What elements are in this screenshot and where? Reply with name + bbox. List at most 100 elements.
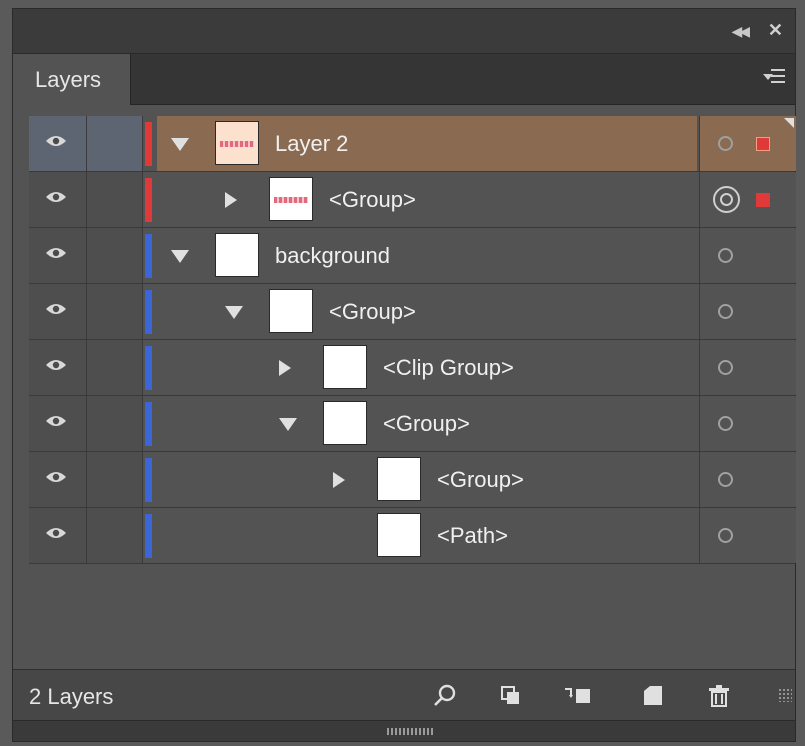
chevron-right-icon[interactable] bbox=[225, 192, 237, 208]
layer-row[interactable]: background bbox=[29, 228, 796, 284]
layer-name-cell[interactable]: <Clip Group> bbox=[157, 340, 697, 395]
layer-label: <Clip Group> bbox=[383, 355, 514, 380]
target-cell[interactable] bbox=[699, 396, 796, 451]
layers-panel: ◀◀ ✕ Layers Layer 2 <Group> background <Gro… bbox=[12, 8, 796, 742]
layer-label: Layer 2 bbox=[275, 131, 349, 156]
target-circle-icon[interactable] bbox=[718, 304, 733, 319]
target-circle-icon[interactable] bbox=[718, 136, 733, 151]
lock-toggle[interactable] bbox=[87, 284, 143, 339]
layer-thumbnail bbox=[215, 121, 259, 165]
layer-color-bar bbox=[145, 122, 152, 166]
chevron-right-icon[interactable] bbox=[279, 360, 291, 376]
selection-indicator[interactable] bbox=[756, 137, 770, 151]
trash-icon[interactable] bbox=[705, 683, 733, 711]
target-circle-icon[interactable] bbox=[718, 248, 733, 263]
layer-color-bar bbox=[145, 290, 152, 334]
visibility-toggle[interactable] bbox=[29, 508, 87, 563]
lock-toggle[interactable] bbox=[87, 452, 143, 507]
lock-toggle[interactable] bbox=[87, 228, 143, 283]
target-cell[interactable] bbox=[699, 172, 796, 227]
eye-icon bbox=[46, 360, 66, 370]
target-cell[interactable] bbox=[699, 116, 796, 171]
layer-color-bar bbox=[145, 402, 152, 446]
layer-color-bar bbox=[145, 234, 152, 278]
visibility-toggle[interactable] bbox=[29, 228, 87, 283]
layer-name-cell[interactable]: Layer 2 bbox=[157, 116, 697, 171]
chevron-down-icon[interactable] bbox=[171, 250, 189, 263]
selection-indicator[interactable] bbox=[756, 193, 770, 207]
layer-color-bar bbox=[145, 458, 152, 502]
visibility-toggle[interactable] bbox=[29, 116, 87, 171]
tab-layers[interactable]: Layers bbox=[13, 54, 131, 105]
lock-toggle[interactable] bbox=[87, 508, 143, 563]
target-cell[interactable] bbox=[699, 228, 796, 283]
layer-label: <Group> bbox=[383, 411, 470, 436]
layer-name-cell[interactable]: <Group> bbox=[157, 396, 697, 451]
layer-name-cell[interactable]: background bbox=[157, 228, 697, 283]
panel-menu-icon[interactable] bbox=[763, 69, 785, 87]
target-cell[interactable] bbox=[699, 284, 796, 339]
target-circle-icon[interactable] bbox=[718, 416, 733, 431]
visibility-toggle[interactable] bbox=[29, 452, 87, 507]
target-cell[interactable] bbox=[699, 452, 796, 507]
eye-icon bbox=[46, 528, 66, 538]
target-circle-icon[interactable] bbox=[718, 360, 733, 375]
target-circle-icon[interactable] bbox=[718, 472, 733, 487]
layer-row[interactable]: <Group> bbox=[29, 284, 796, 340]
grip-lines bbox=[387, 728, 433, 735]
layer-label: <Group> bbox=[329, 299, 416, 324]
bottom-resize-handle[interactable] bbox=[13, 720, 795, 741]
eye-icon bbox=[46, 248, 66, 258]
visibility-toggle[interactable] bbox=[29, 340, 87, 395]
new-layer-icon[interactable] bbox=[639, 683, 667, 711]
layer-row[interactable]: <Group> bbox=[29, 396, 796, 452]
current-layer-flag-icon bbox=[784, 118, 794, 128]
layer-thumbnail bbox=[269, 177, 313, 221]
layer-label: <Path> bbox=[437, 523, 508, 548]
resize-grip[interactable] bbox=[778, 688, 792, 702]
layer-row[interactable]: <Group> bbox=[29, 172, 796, 228]
panel-title-bar: ◀◀ ✕ bbox=[13, 9, 795, 54]
target-circle-icon[interactable] bbox=[713, 186, 740, 213]
layer-list: Layer 2 <Group> background <Group> <Clip Gro… bbox=[29, 116, 796, 564]
chevron-down-icon[interactable] bbox=[171, 138, 189, 151]
layer-count: 2 Layers bbox=[29, 684, 114, 709]
layer-thumbnail bbox=[323, 401, 367, 445]
layer-name-cell[interactable]: <Group> bbox=[157, 172, 697, 227]
layer-row[interactable]: Layer 2 bbox=[29, 116, 796, 172]
close-icon[interactable]: ✕ bbox=[768, 20, 783, 41]
new-sublayer-icon[interactable] bbox=[563, 683, 591, 711]
lock-toggle[interactable] bbox=[87, 340, 143, 395]
target-circle-icon[interactable] bbox=[718, 528, 733, 543]
lock-toggle[interactable] bbox=[87, 396, 143, 451]
target-cell[interactable] bbox=[699, 508, 796, 563]
clipping-mask-icon[interactable] bbox=[497, 683, 525, 711]
empty-list-area bbox=[29, 565, 795, 671]
layer-name-cell[interactable]: <Group> bbox=[157, 452, 697, 507]
visibility-toggle[interactable] bbox=[29, 396, 87, 451]
visibility-toggle[interactable] bbox=[29, 172, 87, 227]
layer-thumbnail bbox=[269, 289, 313, 333]
layer-label: <Group> bbox=[437, 467, 524, 492]
chevron-down-icon[interactable] bbox=[279, 418, 297, 431]
layer-thumbnail bbox=[377, 457, 421, 501]
layer-name-cell[interactable]: <Group> bbox=[157, 284, 697, 339]
layer-label: <Group> bbox=[329, 187, 416, 212]
lock-toggle[interactable] bbox=[87, 172, 143, 227]
layer-row[interactable]: <Group> bbox=[29, 452, 796, 508]
layer-name-cell[interactable]: <Path> bbox=[157, 508, 697, 563]
lock-toggle[interactable] bbox=[87, 116, 143, 171]
panel-footer: 2 Layers bbox=[13, 669, 795, 724]
chevron-right-icon[interactable] bbox=[333, 472, 345, 488]
layer-row[interactable]: <Clip Group> bbox=[29, 340, 796, 396]
eye-icon bbox=[46, 304, 66, 314]
layer-row[interactable]: <Path> bbox=[29, 508, 796, 564]
target-cell[interactable] bbox=[699, 340, 796, 395]
collapse-icon[interactable]: ◀◀ bbox=[731, 23, 749, 40]
chevron-down-icon[interactable] bbox=[225, 306, 243, 319]
layer-color-bar bbox=[145, 346, 152, 390]
layer-thumbnail bbox=[377, 513, 421, 557]
visibility-toggle[interactable] bbox=[29, 284, 87, 339]
search-icon[interactable] bbox=[431, 683, 459, 711]
tab-row: Layers bbox=[13, 54, 795, 105]
